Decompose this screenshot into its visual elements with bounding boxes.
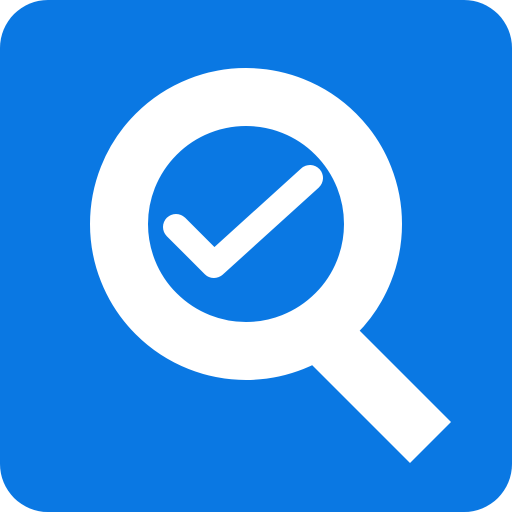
app-icon <box>0 0 512 512</box>
search-check-icon <box>0 0 512 512</box>
